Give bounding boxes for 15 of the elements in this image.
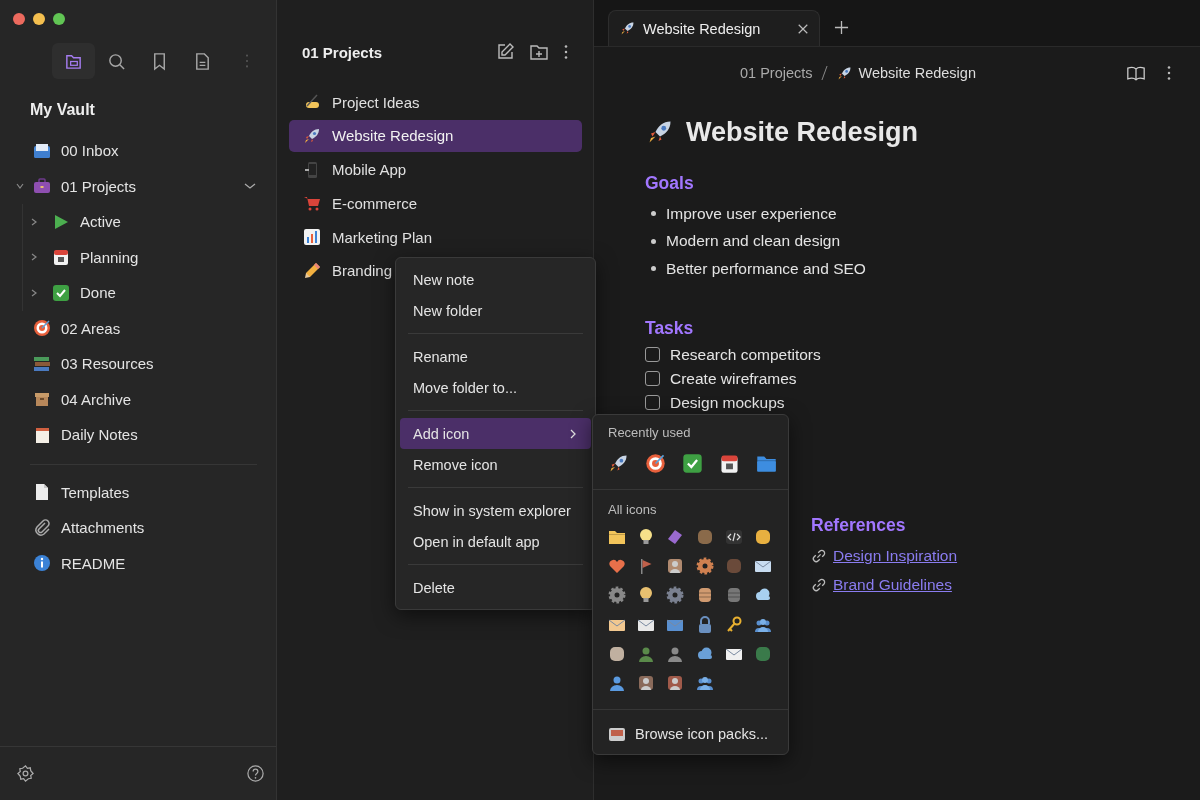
note-title: Website Redesign — [686, 116, 919, 148]
list-item: Better performance and SEO — [666, 259, 866, 278]
task-text: Create wireframes — [670, 369, 797, 388]
vault-title: My Vault — [29, 100, 96, 120]
task-text: Design mockups — [670, 393, 785, 412]
task-text: Research competitors — [670, 345, 821, 364]
section-heading: Tasks — [645, 317, 695, 339]
breadcrumb-note: Website Redesign — [858, 65, 976, 81]
list-item: Modern and clean design — [666, 232, 841, 251]
pane-title: 01 Projects — [302, 43, 383, 61]
picker-section-title: Recently used — [607, 425, 692, 440]
section-heading: References — [811, 514, 907, 536]
list-item: Improve user experience — [666, 204, 837, 223]
picker-section-title: All icons — [607, 502, 658, 517]
section-heading: Goals — [645, 173, 695, 194]
